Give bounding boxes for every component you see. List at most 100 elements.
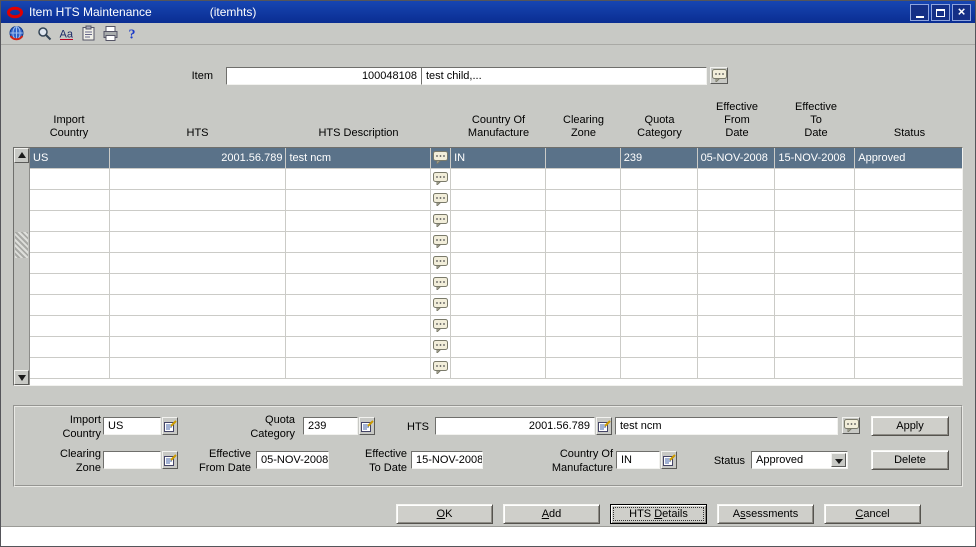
cell-effective-to[interactable] <box>775 358 856 378</box>
cell-clearing-zone[interactable] <box>545 148 621 168</box>
table-row[interactable] <box>30 211 962 232</box>
vertical-scrollbar[interactable] <box>14 148 30 385</box>
cell-clearing-zone[interactable] <box>546 253 621 273</box>
cell-hts-description[interactable] <box>286 169 432 189</box>
cell-hts-description[interactable] <box>286 190 432 210</box>
hts-lov-button[interactable] <box>596 417 612 435</box>
cell-comment[interactable] <box>431 211 452 231</box>
cell-comment[interactable] <box>431 295 452 315</box>
cell-effective-from[interactable] <box>698 169 776 189</box>
cell-import-country[interactable] <box>30 274 110 294</box>
assessments-button[interactable]: Assessments <box>717 504 814 524</box>
cell-country-of-manufacture[interactable] <box>451 169 546 189</box>
cell-hts-description[interactable] <box>286 253 432 273</box>
cell-effective-from[interactable] <box>698 295 776 315</box>
cell-country-of-manufacture[interactable] <box>451 295 546 315</box>
cell-status[interactable] <box>855 316 962 336</box>
cell-clearing-zone[interactable] <box>546 316 621 336</box>
cell-comment[interactable] <box>431 148 452 168</box>
item-number-field[interactable]: 100048108 <box>226 67 422 85</box>
cell-hts[interactable] <box>110 295 287 315</box>
maximize-button[interactable] <box>931 4 950 21</box>
cell-country-of-manufacture[interactable] <box>451 232 546 252</box>
cell-hts[interactable]: 2001.56.789 <box>109 148 287 168</box>
cell-import-country[interactable] <box>30 169 110 189</box>
cell-import-country[interactable] <box>30 253 110 273</box>
cell-clearing-zone[interactable] <box>546 190 621 210</box>
quota-category-field[interactable]: 239 <box>303 417 358 435</box>
find-icon[interactable] <box>35 24 54 43</box>
cell-effective-from[interactable] <box>698 232 776 252</box>
cell-hts-description[interactable] <box>286 274 432 294</box>
cell-hts[interactable] <box>110 337 287 357</box>
minimize-button[interactable] <box>910 4 929 21</box>
cell-hts-description[interactable] <box>286 337 432 357</box>
cell-country-of-manufacture[interactable] <box>451 358 546 378</box>
cell-effective-to[interactable] <box>775 169 856 189</box>
cell-clearing-zone[interactable] <box>546 232 621 252</box>
cell-effective-from[interactable] <box>698 211 776 231</box>
cell-import-country[interactable] <box>30 211 110 231</box>
cell-quota-category[interactable] <box>621 358 698 378</box>
cell-import-country[interactable]: US <box>30 148 110 168</box>
hts-comment-button[interactable] <box>842 417 860 434</box>
hts-description-field[interactable]: test ncm <box>615 417 838 435</box>
scroll-down-button[interactable] <box>14 370 29 385</box>
cell-effective-from[interactable] <box>698 274 776 294</box>
apply-button[interactable]: Apply <box>871 416 949 436</box>
import-country-lov-button[interactable] <box>162 417 178 435</box>
table-row[interactable] <box>30 190 962 211</box>
cell-status[interactable] <box>855 190 962 210</box>
table-row[interactable] <box>30 253 962 274</box>
cell-effective-from[interactable] <box>698 337 776 357</box>
cancel-button[interactable]: Cancel <box>824 504 921 524</box>
cell-status[interactable] <box>855 232 962 252</box>
edit-icon[interactable]: Aa <box>57 24 76 43</box>
cell-status[interactable] <box>855 358 962 378</box>
cell-comment[interactable] <box>431 232 452 252</box>
item-comment-button[interactable] <box>710 67 728 84</box>
delete-button[interactable]: Delete <box>871 450 949 470</box>
cell-status[interactable] <box>855 295 962 315</box>
cell-quota-category[interactable] <box>621 253 698 273</box>
cell-country-of-manufacture[interactable] <box>451 211 546 231</box>
cell-quota-category[interactable]: 239 <box>620 148 698 168</box>
country-of-manufacture-field[interactable]: IN <box>616 451 660 469</box>
table-row[interactable] <box>30 232 962 253</box>
cell-status[interactable] <box>855 211 962 231</box>
cell-comment[interactable] <box>431 253 452 273</box>
cell-comment[interactable] <box>431 316 452 336</box>
cell-quota-category[interactable] <box>621 169 698 189</box>
cell-effective-to[interactable] <box>775 190 856 210</box>
clearing-zone-field[interactable] <box>103 451 161 469</box>
cell-hts[interactable] <box>110 169 287 189</box>
cell-status[interactable] <box>855 274 962 294</box>
cell-clearing-zone[interactable] <box>546 295 621 315</box>
cell-effective-to[interactable] <box>775 337 856 357</box>
cell-comment[interactable] <box>431 190 452 210</box>
cell-hts-description[interactable] <box>286 295 432 315</box>
cell-hts-description[interactable] <box>286 232 432 252</box>
cell-quota-category[interactable] <box>621 190 698 210</box>
ok-button[interactable]: OK <box>396 504 493 524</box>
cell-import-country[interactable] <box>30 232 110 252</box>
cell-clearing-zone[interactable] <box>546 358 621 378</box>
table-row[interactable] <box>30 169 962 190</box>
cell-country-of-manufacture[interactable]: IN <box>451 148 546 168</box>
cell-quota-category[interactable] <box>621 316 698 336</box>
cell-hts[interactable] <box>110 358 287 378</box>
scroll-thumb[interactable] <box>15 232 28 258</box>
import-country-field[interactable]: US <box>103 417 161 435</box>
cell-quota-category[interactable] <box>621 274 698 294</box>
cell-hts[interactable] <box>110 190 287 210</box>
cell-effective-from[interactable] <box>698 190 776 210</box>
cell-comment[interactable] <box>431 169 452 189</box>
cell-country-of-manufacture[interactable] <box>451 190 546 210</box>
cell-effective-to[interactable] <box>775 295 856 315</box>
cell-comment[interactable] <box>431 337 452 357</box>
close-button[interactable] <box>952 4 971 21</box>
cell-hts[interactable] <box>110 274 287 294</box>
cell-country-of-manufacture[interactable] <box>451 253 546 273</box>
cell-clearing-zone[interactable] <box>546 169 621 189</box>
cell-effective-from[interactable] <box>698 316 776 336</box>
